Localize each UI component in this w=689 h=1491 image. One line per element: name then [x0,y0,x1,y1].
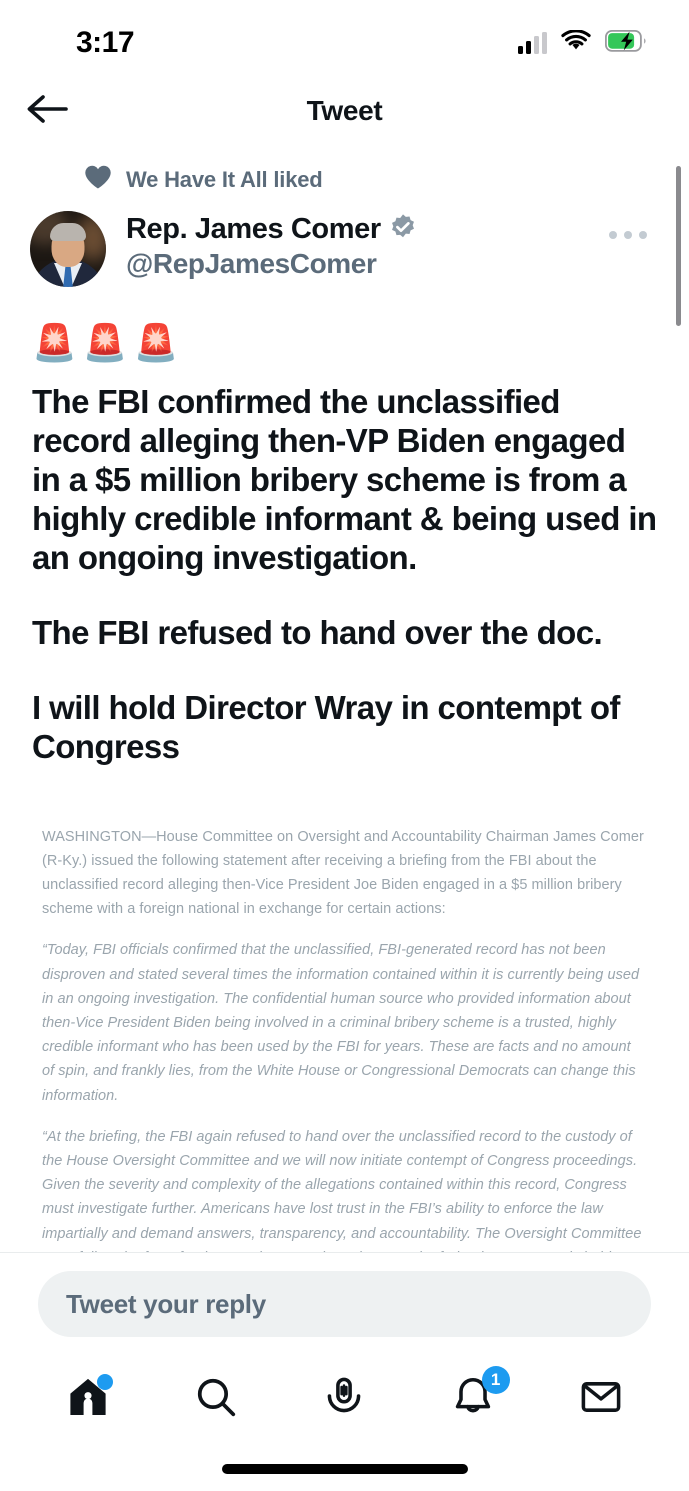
nav-tab-home[interactable] [57,1368,119,1430]
back-arrow-icon [26,93,68,130]
nav-tab-notifications[interactable]: 1 [442,1366,510,1430]
reply-input[interactable]: Tweet your reply [38,1271,651,1337]
search-icon [194,1375,238,1424]
nav-tab-search[interactable] [185,1368,247,1430]
wifi-icon [561,28,591,57]
reply-composer-bar: Tweet your reply [0,1252,689,1351]
press-release-block: WASHINGTON—House Committee on Oversight … [30,767,659,1253]
back-button[interactable] [24,88,70,134]
tweet-author-row: Rep. James Comer @RepJamesComer [30,205,659,287]
home-indicator-area [0,1447,689,1491]
social-context-row: We Have It All liked [30,150,659,205]
page-title: Tweet [306,95,383,126]
tweet-paragraph: I will hold Director Wray in contempt of… [32,688,620,765]
nav-tab-messages[interactable] [570,1368,632,1430]
press-release-paragraph: “At the briefing, the FBI again refused … [42,1128,642,1252]
battery-charging-icon [604,29,647,57]
notifications-badge: 1 [481,1366,510,1394]
author-meta: Rep. James Comer @RepJamesComer [126,211,417,280]
bottom-navigation-bar: 1 [0,1351,689,1447]
verified-badge-icon [389,213,417,246]
top-navigation-bar: Tweet [0,72,689,150]
spaces-microphone-icon [322,1375,366,1424]
home-unread-dot [97,1374,114,1390]
tweet-paragraph: The FBI confirmed the unclassified recor… [32,383,657,576]
press-release-paragraph: “Today, FBI officials confirmed that the… [42,942,640,1104]
avatar[interactable] [30,211,106,287]
envelope-icon [579,1375,623,1424]
heart-filled-icon [84,164,112,195]
home-indicator[interactable] [221,1464,468,1474]
tweet-scroll-area[interactable]: We Have It All liked Rep. James Comer @R… [0,150,689,1252]
vertical-scrollbar[interactable] [676,166,681,326]
author-display-name[interactable]: Rep. James Comer [126,213,381,246]
nav-tab-spaces[interactable] [313,1368,375,1430]
more-horizontal-icon[interactable] [601,223,655,247]
tweet-emoji-line: 🚨🚨🚨 [32,322,185,363]
author-handle[interactable]: @RepJamesComer [126,248,417,280]
tweet-paragraph: The FBI refused to hand over the doc. [32,613,603,651]
cellular-signal-icon [518,32,547,54]
reply-placeholder-text: Tweet your reply [66,1288,266,1319]
tweet-detail-screen: 3:17 Tweet We Have It All liked Rep. Jam… [0,0,689,1491]
press-release-paragraph: WASHINGTON—House Committee on Oversight … [42,828,644,918]
tweet-body-text: The FBI confirmed the unclassified recor… [30,371,659,767]
author-name-line: Rep. James Comer [126,213,417,246]
status-bar: 3:17 [0,0,689,72]
status-bar-clock: 3:17 [76,26,135,59]
status-bar-icons [518,28,647,57]
social-context-label: We Have It All liked [126,166,323,192]
